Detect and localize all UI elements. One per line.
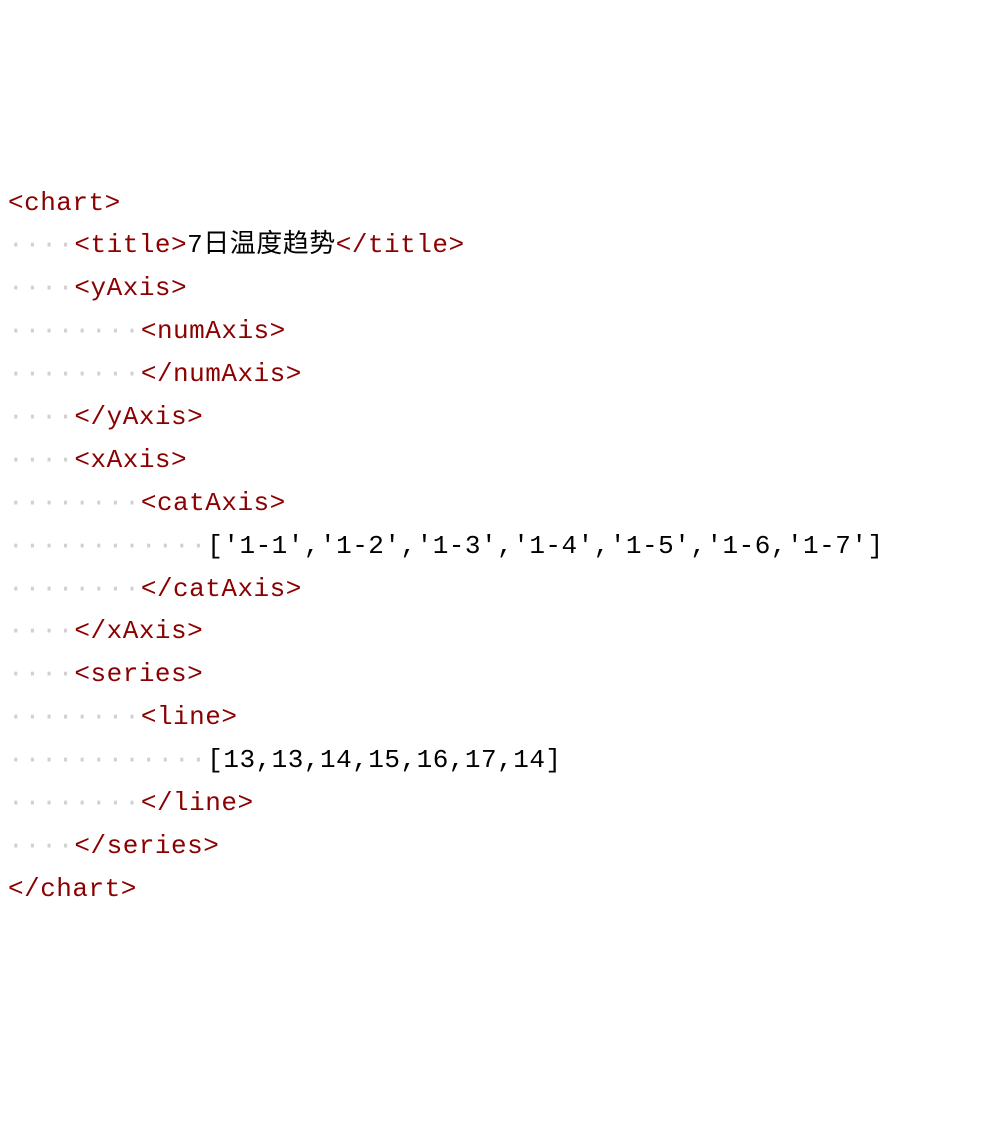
xml-tag: </yAxis>	[74, 402, 203, 432]
indent-marker: ····	[74, 745, 140, 775]
xml-tag: </catAxis>	[141, 574, 302, 604]
indent-marker: ····	[8, 659, 74, 689]
code-line: ············[13,13,14,15,16,17,14]	[8, 739, 992, 782]
indent-marker: ····	[8, 445, 74, 475]
xml-tag: </title>	[336, 230, 465, 260]
xml-tag: </chart>	[8, 874, 137, 904]
code-line: ············['1-1','1-2','1-3','1-4','1-…	[8, 525, 992, 568]
code-line: ········<numAxis>	[8, 310, 992, 353]
code-line: ····<title>7日温度趋势</title>	[8, 224, 992, 267]
code-line: ········<catAxis>	[8, 482, 992, 525]
xml-tag: <catAxis>	[141, 488, 286, 518]
code-line: ····</yAxis>	[8, 396, 992, 439]
indent-marker: ····	[8, 531, 74, 561]
code-line: ········</line>	[8, 782, 992, 825]
code-line: ····</xAxis>	[8, 610, 992, 653]
indent-marker: ····	[8, 745, 74, 775]
indent-marker: ····	[74, 488, 140, 518]
code-line: <chart>	[8, 182, 992, 225]
indent-marker: ····	[141, 745, 207, 775]
indent-marker: ····	[74, 574, 140, 604]
indent-marker: ····	[74, 359, 140, 389]
code-block: <chart>····<title>7日温度趋势</title>····<yAx…	[8, 182, 992, 911]
indent-marker: ····	[74, 316, 140, 346]
code-line: ····<xAxis>	[8, 439, 992, 482]
indent-marker: ····	[8, 616, 74, 646]
xml-tag: <yAxis>	[74, 273, 187, 303]
text-content: 7日温度趋势	[187, 230, 336, 260]
text-content: [13,13,14,15,16,17,14]	[207, 745, 561, 775]
indent-marker: ····	[8, 488, 74, 518]
xml-tag: <line>	[141, 702, 238, 732]
indent-marker: ····	[8, 359, 74, 389]
indent-marker: ····	[8, 788, 74, 818]
xml-tag: </xAxis>	[74, 616, 203, 646]
xml-tag: </series>	[74, 831, 219, 861]
code-line: ········</catAxis>	[8, 568, 992, 611]
indent-marker: ····	[8, 230, 74, 260]
indent-marker: ····	[74, 702, 140, 732]
code-line: </chart>	[8, 868, 992, 911]
code-line: ········</numAxis>	[8, 353, 992, 396]
indent-marker: ····	[74, 531, 140, 561]
xml-tag: <title>	[74, 230, 187, 260]
indent-marker: ····	[8, 702, 74, 732]
indent-marker: ····	[8, 402, 74, 432]
code-line: ····<yAxis>	[8, 267, 992, 310]
text-content: ['1-1','1-2','1-3','1-4','1-5','1-6,'1-7…	[207, 531, 883, 561]
xml-tag: <numAxis>	[141, 316, 286, 346]
xml-tag: <series>	[74, 659, 203, 689]
xml-tag: </numAxis>	[141, 359, 302, 389]
code-line: ····</series>	[8, 825, 992, 868]
code-line: ········<line>	[8, 696, 992, 739]
xml-tag: <xAxis>	[74, 445, 187, 475]
indent-marker: ····	[8, 574, 74, 604]
indent-marker: ····	[74, 788, 140, 818]
indent-marker: ····	[8, 831, 74, 861]
xml-tag: </line>	[141, 788, 254, 818]
code-line: ····<series>	[8, 653, 992, 696]
indent-marker: ····	[8, 316, 74, 346]
xml-tag: <chart>	[8, 188, 121, 218]
indent-marker: ····	[8, 273, 74, 303]
indent-marker: ····	[141, 531, 207, 561]
